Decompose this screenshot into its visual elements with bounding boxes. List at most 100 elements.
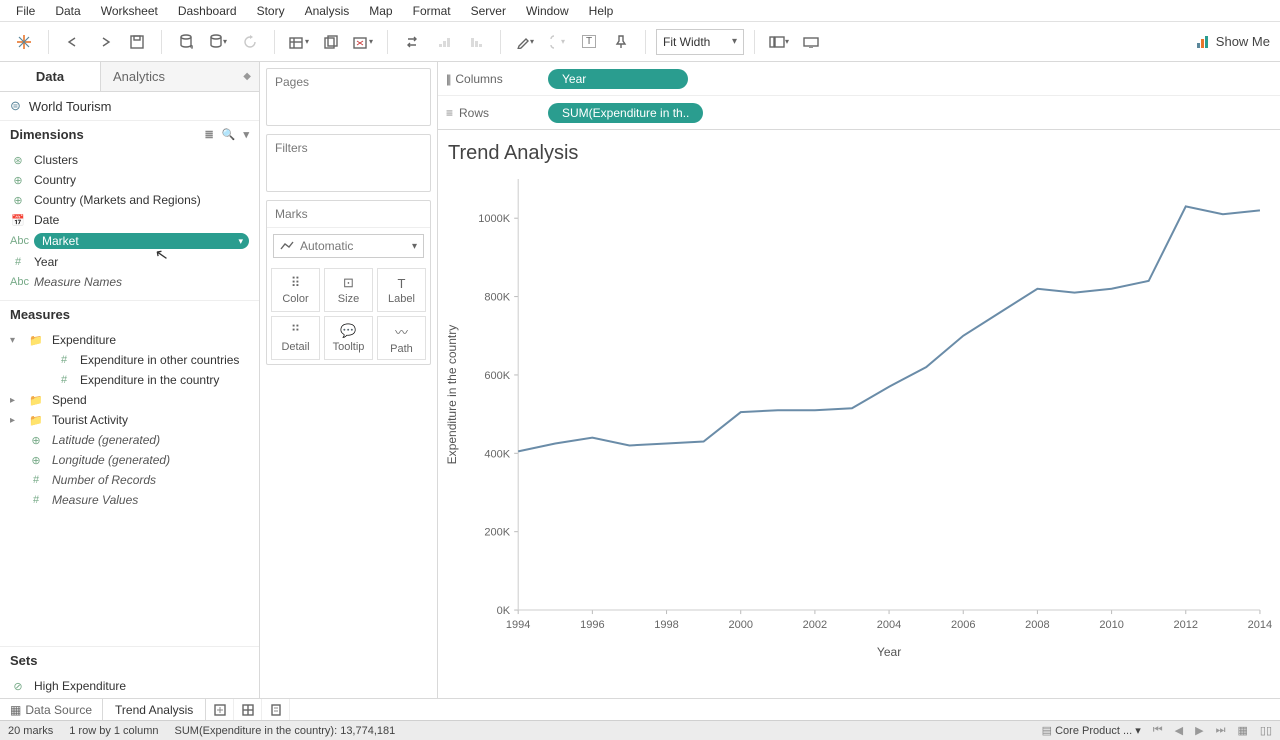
- tree-toggle-icon[interactable]: ▸: [10, 415, 20, 426]
- menu-bar: FileDataWorksheetDashboardStoryAnalysisM…: [0, 0, 1280, 22]
- data-pane: Data Analytics◆ ⊜ World Tourism Dimensio…: [0, 62, 260, 698]
- svg-text:2014: 2014: [1248, 619, 1273, 631]
- fit-dropdown[interactable]: Fit Width: [656, 29, 744, 55]
- show-filmstrip-icon[interactable]: ▯▯: [1260, 724, 1272, 737]
- menu-server[interactable]: Server: [461, 2, 516, 20]
- new-worksheet-tab[interactable]: [206, 699, 234, 720]
- dimension-date[interactable]: 📅Date: [0, 210, 259, 230]
- group-button[interactable]: ▾: [543, 28, 571, 56]
- forward-button[interactable]: [91, 28, 119, 56]
- new-story-tab[interactable]: [262, 699, 290, 720]
- marks-size-button[interactable]: ⊡Size: [324, 268, 373, 312]
- sheet-tab-bar: ▦Data Source Trend Analysis: [0, 698, 1280, 720]
- new-datasource-button[interactable]: [172, 28, 200, 56]
- columns-pill-year[interactable]: Year: [548, 69, 688, 89]
- tableau-logo-icon[interactable]: [10, 28, 38, 56]
- status-product[interactable]: ▤ Core Product ... ▾: [1042, 724, 1141, 737]
- dimension-country[interactable]: ⊕Country: [0, 170, 259, 190]
- menu-analysis[interactable]: Analysis: [295, 2, 360, 20]
- status-layout: 1 row by 1 column: [69, 725, 158, 737]
- set-high-expenditure[interactable]: ⊘High Expenditure: [0, 676, 259, 696]
- status-marks: 20 marks: [8, 725, 53, 737]
- menu-dropdown-icon[interactable]: ▾: [243, 128, 249, 141]
- measures-header: Measures: [0, 300, 259, 328]
- nav-first-icon[interactable]: ⏮: [1153, 724, 1163, 737]
- tab-analytics[interactable]: Analytics◆: [100, 62, 259, 91]
- show-cards-button[interactable]: ▾: [765, 28, 793, 56]
- new-worksheet-button[interactable]: ▾: [285, 28, 313, 56]
- tree-toggle-icon[interactable]: ▸: [10, 395, 20, 406]
- pin-button[interactable]: [607, 28, 635, 56]
- tree-toggle-icon[interactable]: ▾: [10, 335, 20, 346]
- menu-map[interactable]: Map: [359, 2, 402, 20]
- measure-expenditure[interactable]: ▾📁Expenditure: [0, 330, 259, 350]
- field-pill-selected[interactable]: Market: [34, 233, 249, 249]
- duplicate-button[interactable]: [317, 28, 345, 56]
- show-me-button[interactable]: Show Me: [1196, 34, 1270, 49]
- menu-format[interactable]: Format: [403, 2, 461, 20]
- dimension-clusters[interactable]: ⊛Clusters: [0, 150, 259, 170]
- svg-text:1000K: 1000K: [478, 213, 511, 225]
- nav-last-icon[interactable]: ⏭: [1216, 724, 1226, 737]
- show-tabs-icon[interactable]: ▦: [1237, 724, 1247, 737]
- measure-number-of-records[interactable]: #Number of Records: [0, 470, 259, 490]
- menu-story[interactable]: Story: [247, 2, 295, 20]
- tab-data[interactable]: Data: [0, 62, 100, 91]
- measure-measure-values[interactable]: #Measure Values: [0, 490, 259, 510]
- field-type-icon: #: [28, 474, 44, 486]
- clear-sheet-button[interactable]: ▾: [349, 28, 377, 56]
- measure-tourist-activity[interactable]: ▸📁Tourist Activity: [0, 410, 259, 430]
- measure-expenditure-in-other-countries[interactable]: #Expenditure in other countries: [0, 350, 259, 370]
- marks-tooltip-button[interactable]: 💬Tooltip: [324, 316, 373, 360]
- sheet-tab-trend-analysis[interactable]: Trend Analysis: [103, 699, 206, 720]
- measure-latitude-generated-[interactable]: ⊕Latitude (generated): [0, 430, 259, 450]
- field-type-icon: Abc: [10, 235, 26, 247]
- view-list-icon[interactable]: ≣: [205, 128, 214, 141]
- menu-worksheet[interactable]: Worksheet: [91, 2, 168, 20]
- nav-prev-icon[interactable]: ◀: [1175, 724, 1183, 737]
- measure-longitude-generated-[interactable]: ⊕Longitude (generated): [0, 450, 259, 470]
- sort-asc-button[interactable]: [430, 28, 458, 56]
- swap-button[interactable]: [398, 28, 426, 56]
- new-dashboard-tab[interactable]: [234, 699, 262, 720]
- filters-shelf[interactable]: Filters: [266, 134, 431, 192]
- marks-path-button[interactable]: 〰Path: [377, 316, 426, 360]
- measure-spend[interactable]: ▸📁Spend: [0, 390, 259, 410]
- back-button[interactable]: [59, 28, 87, 56]
- dimension-year[interactable]: #Year: [0, 252, 259, 272]
- menu-help[interactable]: Help: [579, 2, 624, 20]
- measure-expenditure-in-the-country[interactable]: #Expenditure in the country: [0, 370, 259, 390]
- mark-type-dropdown[interactable]: Automatic: [273, 234, 424, 258]
- pages-shelf[interactable]: Pages: [266, 68, 431, 126]
- viz-title[interactable]: Trend Analysis: [438, 130, 1280, 169]
- save-button[interactable]: [123, 28, 151, 56]
- rows-pill-expenditure[interactable]: SUM(Expenditure in th..: [548, 103, 703, 123]
- menu-dashboard[interactable]: Dashboard: [168, 2, 247, 20]
- dimension-country-markets-and-regions-[interactable]: ⊕Country (Markets and Regions): [0, 190, 259, 210]
- set-icon: ⊘: [10, 680, 26, 693]
- menu-data[interactable]: Data: [45, 2, 90, 20]
- nav-next-icon[interactable]: ▶: [1195, 724, 1203, 737]
- presentation-button[interactable]: [797, 28, 825, 56]
- dimension-market[interactable]: Abc Market: [0, 230, 259, 252]
- pause-updates-button[interactable]: ▾: [204, 28, 232, 56]
- refresh-button[interactable]: [236, 28, 264, 56]
- sort-desc-button[interactable]: [462, 28, 490, 56]
- search-icon[interactable]: 🔍: [222, 128, 236, 141]
- datasource-row[interactable]: ⊜ World Tourism: [0, 92, 259, 121]
- viz-canvas[interactable]: 0K200K400K600K800K1000K19941996199820002…: [438, 169, 1280, 698]
- marks-detail-button[interactable]: ⠛Detail: [271, 316, 320, 360]
- svg-text:200K: 200K: [484, 527, 510, 539]
- field-type-icon: #: [28, 494, 44, 506]
- label-button[interactable]: T: [575, 28, 603, 56]
- marks-label-button[interactable]: TLabel: [377, 268, 426, 312]
- datasource-tab[interactable]: ▦Data Source: [0, 699, 103, 720]
- svg-text:2012: 2012: [1174, 619, 1199, 631]
- menu-file[interactable]: File: [6, 2, 45, 20]
- dimension-measure-names[interactable]: AbcMeasure Names: [0, 272, 259, 292]
- highlight-button[interactable]: ▾: [511, 28, 539, 56]
- columns-shelf[interactable]: ||| Columns Year: [438, 62, 1280, 96]
- menu-window[interactable]: Window: [516, 2, 579, 20]
- rows-shelf[interactable]: ≡Rows SUM(Expenditure in th..: [438, 96, 1280, 130]
- marks-color-button[interactable]: ⠿Color: [271, 268, 320, 312]
